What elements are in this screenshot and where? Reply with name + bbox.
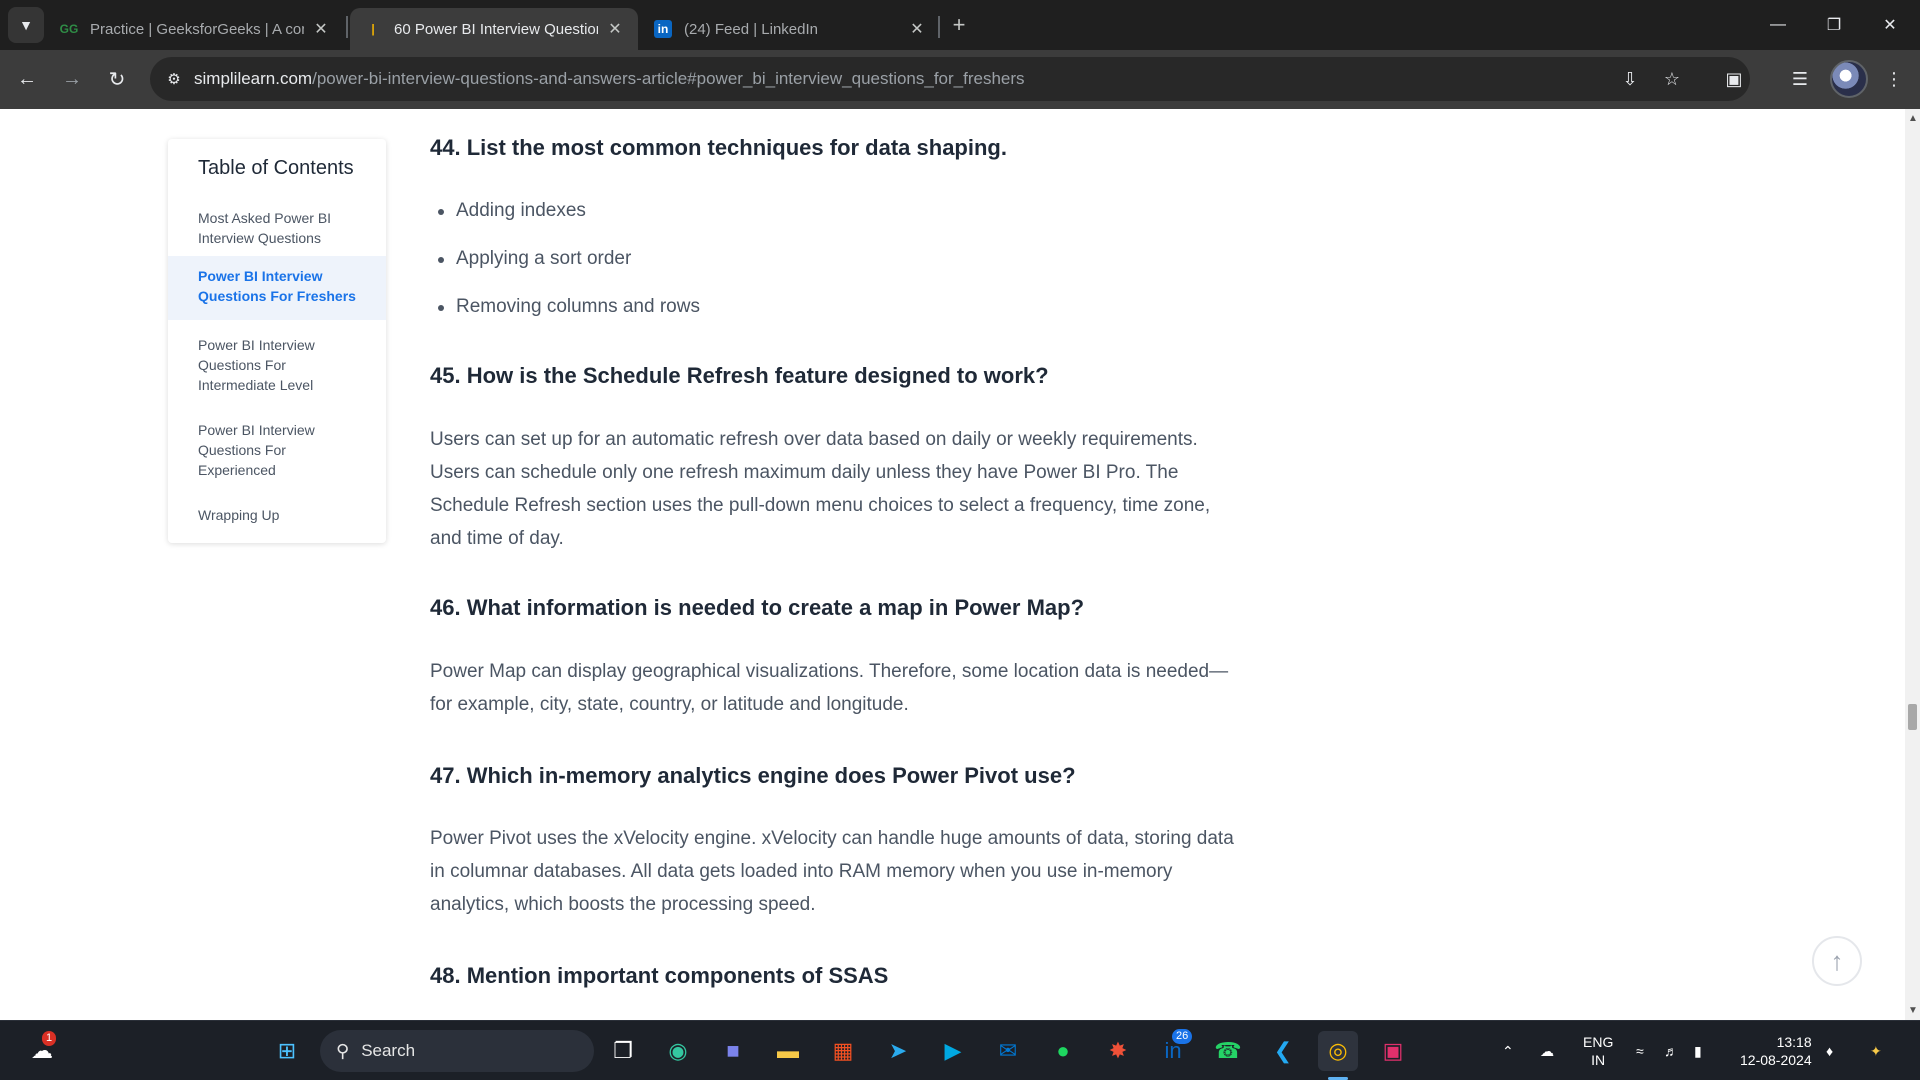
store-icon[interactable]: ▦ (823, 1031, 863, 1071)
instagram-icon[interactable]: ▣ (1373, 1031, 1413, 1071)
bullet-list: Adding indexes Applying a sort order Rem… (430, 187, 700, 331)
tab-linkedin[interactable]: in (24) Feed | LinkedIn ✕ (640, 8, 940, 50)
question-heading: 45. How is the Schedule Refresh feature … (430, 363, 1049, 388)
swift-icon[interactable]: ✸ (1098, 1031, 1138, 1071)
close-icon: ✕ (1883, 17, 1897, 34)
scroll-up-icon[interactable]: ▲ (1908, 113, 1918, 124)
answer-paragraph: Power Map can display geographical visua… (430, 661, 1229, 715)
install-app-icon[interactable]: ⇩ (1612, 61, 1648, 97)
list-item: Applying a sort order (430, 235, 700, 283)
question-heading: 46. What information is needed to create… (430, 595, 1085, 620)
scroll-down-icon[interactable]: ▼ (1908, 1005, 1918, 1016)
teams-icon[interactable]: ■ (713, 1031, 753, 1071)
vertical-scrollbar[interactable]: ▲ ▼ (1905, 109, 1920, 1020)
forward-button[interactable]: → (54, 61, 90, 97)
minimize-icon: — (1770, 16, 1786, 33)
toc-item-intermediate[interactable]: Power BI Interview Questions For Interme… (168, 335, 386, 397)
reload-icon: ↻ (108, 68, 126, 91)
new-tab-button[interactable]: + (943, 12, 975, 38)
show-hidden-icons[interactable]: ⌃ (1502, 1021, 1514, 1080)
chevron-down-icon: ▼ (19, 17, 33, 33)
scroll-to-top-button[interactable]: ↑ (1812, 936, 1862, 986)
volume-icon[interactable]: ♬ (1664, 1021, 1678, 1080)
plus-icon: + (952, 12, 966, 37)
answer-paragraph: Power Pivot uses the xVelocity engine. x… (430, 828, 1234, 915)
spotify-icon[interactable]: ● (1043, 1031, 1083, 1071)
tab-separator (938, 16, 940, 38)
copilot-icon[interactable]: ✦ (1870, 1021, 1882, 1080)
tab-search-button[interactable]: ▼ (8, 7, 44, 43)
language-indicator[interactable]: ENG IN (1583, 1021, 1613, 1080)
browser-toolbar: ← → ↻ ⚙ simplilearn.com/power-bi-intervi… (0, 50, 1920, 109)
whatsapp-icon[interactable]: ☎ (1208, 1031, 1248, 1071)
onedrive-icon[interactable]: ☁ (1540, 1021, 1554, 1080)
arrow-left-icon: ← (17, 67, 37, 90)
toc-item-experienced[interactable]: Power BI Interview Questions For Experie… (168, 420, 386, 482)
close-window-button[interactable]: ✕ (1862, 0, 1918, 50)
outlook-icon[interactable]: ✉ (988, 1031, 1028, 1071)
scrollbar-thumb[interactable] (1908, 704, 1917, 730)
tab-geeksforgeeks[interactable]: GG Practice | GeeksforGeeks | A com ✕ (46, 8, 344, 50)
arrow-up-icon: ↑ (1830, 945, 1844, 976)
question-heading: 47. Which in-memory analytics engine doe… (430, 763, 1076, 788)
weather-badge: 1 (42, 1031, 57, 1046)
profile-avatar[interactable] (1830, 60, 1868, 98)
prime-video-icon[interactable]: ▶ (933, 1031, 973, 1071)
page-content: Table of Contents Most Asked Power BI In… (0, 109, 1905, 1020)
file-explorer-icon[interactable]: ▬ (768, 1031, 808, 1071)
back-button[interactable]: ← (9, 61, 45, 97)
clock[interactable]: 13:18 12-08-2024 (1740, 1021, 1812, 1080)
geeksforgeeks-icon: GG (59, 22, 79, 36)
tab-separator (346, 16, 348, 38)
browser-tab-bar: ▼ GG Practice | GeeksforGeeks | A com ✕ … (0, 0, 1920, 50)
question-heading: 48. Mention important components of SSAS (430, 963, 889, 988)
tab-simplilearn[interactable]: | 60 Power BI Interview Questions ✕ (350, 8, 638, 50)
simplilearn-icon: | (371, 22, 375, 36)
start-icon[interactable]: ⊞ (267, 1031, 307, 1071)
bookmark-star-icon[interactable]: ☆ (1654, 61, 1690, 97)
minimize-button[interactable]: — (1750, 0, 1806, 50)
toc-item-wrapping-up[interactable]: Wrapping Up (168, 505, 386, 527)
wifi-icon[interactable]: ≈ (1636, 1021, 1644, 1080)
close-tab-icon[interactable]: ✕ (606, 19, 624, 39)
restore-button[interactable]: ❐ (1806, 0, 1862, 50)
task-view-icon[interactable]: ❐ (603, 1031, 643, 1071)
arrow-right-icon: → (62, 67, 82, 90)
url-text[interactable]: simplilearn.com/power-bi-interview-quest… (194, 69, 1025, 89)
question-heading: 44. List the most common techniques for … (430, 135, 1007, 160)
reload-button[interactable]: ↻ (99, 61, 135, 97)
menu-kebab-icon[interactable]: ⋮ (1876, 61, 1912, 97)
close-tab-icon[interactable]: ✕ (908, 19, 926, 39)
search-icon: ⚲ (336, 1040, 350, 1061)
list-item: Removing columns and rows (430, 283, 700, 331)
windows-taskbar: ☁ 1 ⊞ ⚲ Search ❐ ◉ ■ ▬ ▦ ➤ ▶ ✉ ● ✸ in 26… (0, 1020, 1920, 1080)
list-item: Adding indexes (430, 187, 700, 235)
vscode-icon[interactable]: ❮ (1263, 1031, 1303, 1071)
toc-title: Table of Contents (198, 157, 354, 179)
edge-icon[interactable]: ◉ (658, 1031, 698, 1071)
linkedin-icon: in (654, 20, 672, 38)
linkedin-badge: 26 (1172, 1029, 1193, 1044)
site-info-icon[interactable]: ⚙ (154, 59, 194, 99)
table-of-contents: Table of Contents Most Asked Power BI In… (168, 139, 386, 543)
telegram-icon[interactable]: ➤ (878, 1031, 918, 1071)
restore-icon: ❐ (1826, 17, 1842, 34)
answer-paragraph: Users can set up for an automatic refres… (430, 429, 1211, 549)
battery-icon[interactable]: ▮ (1694, 1021, 1702, 1080)
extensions-icon[interactable]: ▣ (1716, 61, 1752, 97)
address-bar[interactable]: ⚙ simplilearn.com/power-bi-interview-que… (150, 57, 1750, 101)
taskbar-search[interactable]: ⚲ Search (320, 1030, 594, 1072)
toc-item-most-asked[interactable]: Most Asked Power BI Interview Questions (168, 208, 386, 250)
notification-bell-icon[interactable]: ♦ (1826, 1021, 1833, 1080)
close-tab-icon[interactable]: ✕ (312, 19, 330, 39)
chrome-icon[interactable]: ◎ (1318, 1031, 1358, 1071)
toc-item-freshers[interactable]: Power BI Interview Questions For Fresher… (168, 256, 386, 320)
media-controls-icon[interactable]: ☰ (1782, 61, 1818, 97)
